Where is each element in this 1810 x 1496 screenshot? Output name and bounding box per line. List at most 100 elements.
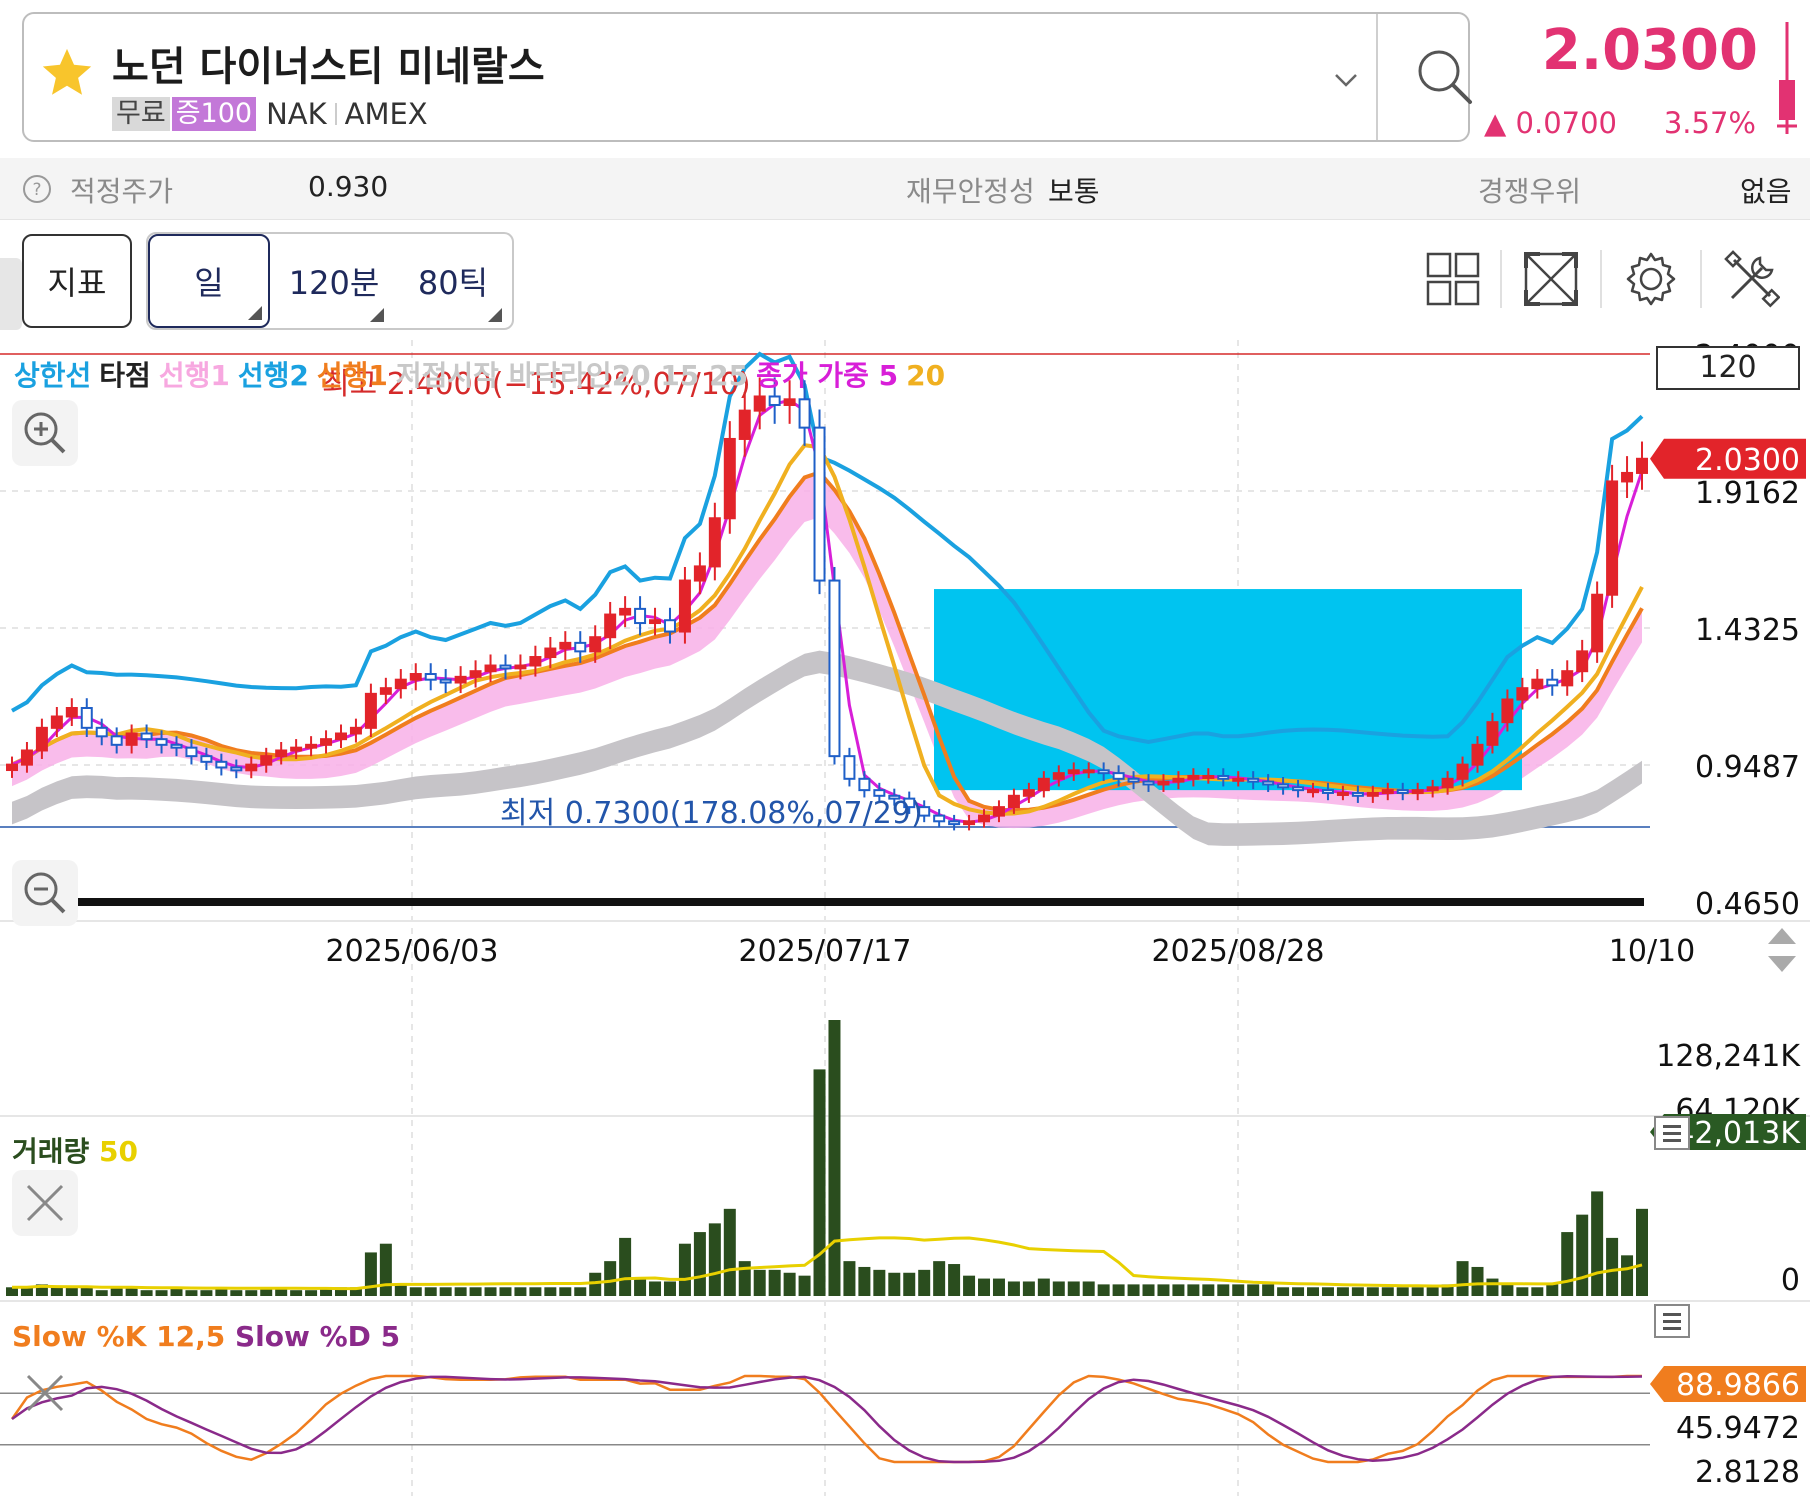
- volume-close-button[interactable]: [12, 1170, 78, 1236]
- volume-bar: [1591, 1191, 1604, 1296]
- fullscreen-icon[interactable]: [1522, 250, 1580, 308]
- toolbar-separator: [1600, 250, 1602, 308]
- candle-body: [1441, 777, 1454, 789]
- volume-bar: [454, 1287, 467, 1296]
- legend-item: 종가 가중 5: [756, 359, 899, 392]
- stability-label: 재무안정성: [906, 175, 1035, 208]
- candle-body: [1591, 593, 1604, 653]
- volume-bar: [1052, 1281, 1065, 1296]
- volume-bar: [813, 1069, 826, 1296]
- candle-body: [1426, 786, 1439, 792]
- help-icon[interactable]: ?: [22, 174, 52, 204]
- search-icon[interactable]: [1414, 46, 1474, 106]
- candle-body: [1636, 457, 1648, 474]
- candle-body: [1456, 763, 1469, 780]
- side-panel-handle[interactable]: [0, 258, 22, 330]
- candle-body: [499, 664, 512, 670]
- period-day-button[interactable]: 일: [148, 234, 270, 328]
- candle-body: [843, 755, 856, 780]
- ticker-symbol: NAK: [266, 97, 327, 131]
- candle-body: [200, 755, 213, 763]
- indicator-button[interactable]: 지표: [22, 234, 132, 328]
- stochastic-legend[interactable]: Slow %K 12,5 Slow %D 5: [12, 1320, 400, 1353]
- period-80tick-corner-icon: [488, 308, 502, 322]
- menu-icon: [1663, 1313, 1681, 1316]
- date-axis-label: 2025/08/28: [1152, 934, 1325, 969]
- candle-body: [80, 707, 93, 729]
- candle-body: [484, 664, 497, 673]
- volume-bar: [858, 1266, 871, 1296]
- candle-body: [334, 732, 347, 741]
- volume-axis-label: 0: [1781, 1263, 1800, 1298]
- candle-body: [1052, 772, 1065, 780]
- stochastic-menu-button[interactable]: [1654, 1304, 1690, 1338]
- volume-bars: 128,241K64,120K042,013K: [6, 1020, 1806, 1298]
- candle-body: [963, 820, 976, 826]
- volume-bar: [798, 1275, 811, 1296]
- candle-body: [693, 565, 706, 582]
- period-80tick-button[interactable]: 80틱: [398, 234, 508, 328]
- candle-body: [50, 715, 63, 729]
- volume-bar: [1097, 1284, 1110, 1296]
- candle-body: [723, 437, 736, 520]
- indicator-legend[interactable]: 상한선 타점 선행1 선행2 선행1 저점시작 바닥라인20 15 25 종가 가중 5 20: [14, 354, 953, 394]
- zoom-in-button[interactable]: [12, 400, 78, 466]
- toolbar-separator: [1700, 250, 1702, 308]
- volume-menu-button[interactable]: [1654, 1116, 1690, 1150]
- candle-body: [1172, 777, 1185, 783]
- volume-bar: [678, 1243, 691, 1296]
- period-120min-button[interactable]: 120분: [278, 234, 390, 328]
- volume-bar: [1277, 1287, 1290, 1296]
- tools-icon[interactable]: [1722, 250, 1780, 308]
- volume-bar: [1082, 1281, 1095, 1296]
- volume-bar: [1217, 1284, 1230, 1296]
- candle-body: [245, 763, 258, 772]
- volume-legend[interactable]: 거래량 50: [12, 1130, 138, 1170]
- candle-body: [1546, 678, 1559, 687]
- candle-body: [364, 692, 377, 729]
- volume-bar: [245, 1290, 258, 1296]
- stock-tags: 무료 증100 NAK AMEX: [112, 96, 428, 132]
- current-price: 2.0300: [1541, 18, 1758, 83]
- stochastic-d-legend: Slow %D 5: [234, 1320, 401, 1353]
- volume-bar: [424, 1287, 437, 1296]
- scroll-up-icon: [1768, 928, 1796, 944]
- volume-bar: [1426, 1287, 1439, 1296]
- candle-body: [1516, 687, 1529, 701]
- candle-body: [738, 409, 751, 440]
- volume-bar: [1636, 1208, 1648, 1296]
- volume-bar: [559, 1287, 572, 1296]
- candle-body: [1022, 789, 1035, 797]
- candle-body: [1247, 777, 1260, 783]
- candle-body: [544, 647, 557, 659]
- volume-bar: [649, 1281, 662, 1296]
- volume-bar: [1232, 1284, 1245, 1296]
- candle-body: [454, 675, 467, 684]
- period-80tick-label: 80틱: [417, 264, 489, 302]
- low-price-label: 최저 0.7300(178.08%,07/29): [500, 796, 923, 831]
- volume-bar: [544, 1287, 557, 1296]
- favorite-star-icon[interactable]: [38, 44, 96, 102]
- volume-bar: [1561, 1232, 1574, 1296]
- volume-bar: [963, 1275, 976, 1296]
- zoom-out-button[interactable]: [12, 860, 78, 926]
- chevron-down-icon[interactable]: [1332, 70, 1360, 90]
- bottom-baseline: [12, 898, 1644, 906]
- chart-area[interactable]: 2.40001.91621.43250.94870.46502.03002025…: [0, 340, 1810, 1496]
- exchange-name: AMEX: [344, 97, 428, 131]
- price-axis-label: 0.9487: [1695, 750, 1800, 785]
- period-day-corner-icon: [248, 306, 262, 320]
- layout-grid-icon[interactable]: [1424, 250, 1482, 308]
- candle-body: [529, 656, 542, 667]
- candle-body: [1202, 774, 1215, 779]
- close-icon: [26, 1184, 64, 1222]
- gear-icon[interactable]: [1622, 250, 1680, 308]
- candle-body: [230, 766, 243, 772]
- visible-period-count[interactable]: 120: [1656, 346, 1800, 390]
- stochastic-close-button[interactable]: [12, 1360, 78, 1426]
- candle-body: [873, 789, 886, 797]
- candle-body: [708, 517, 721, 568]
- stock-search-box[interactable]: 노던 다이너스티 미네랄스 무료 증100 NAK AMEX: [22, 12, 1472, 142]
- volume-bar: [50, 1287, 63, 1296]
- volume-bar: [828, 1020, 841, 1296]
